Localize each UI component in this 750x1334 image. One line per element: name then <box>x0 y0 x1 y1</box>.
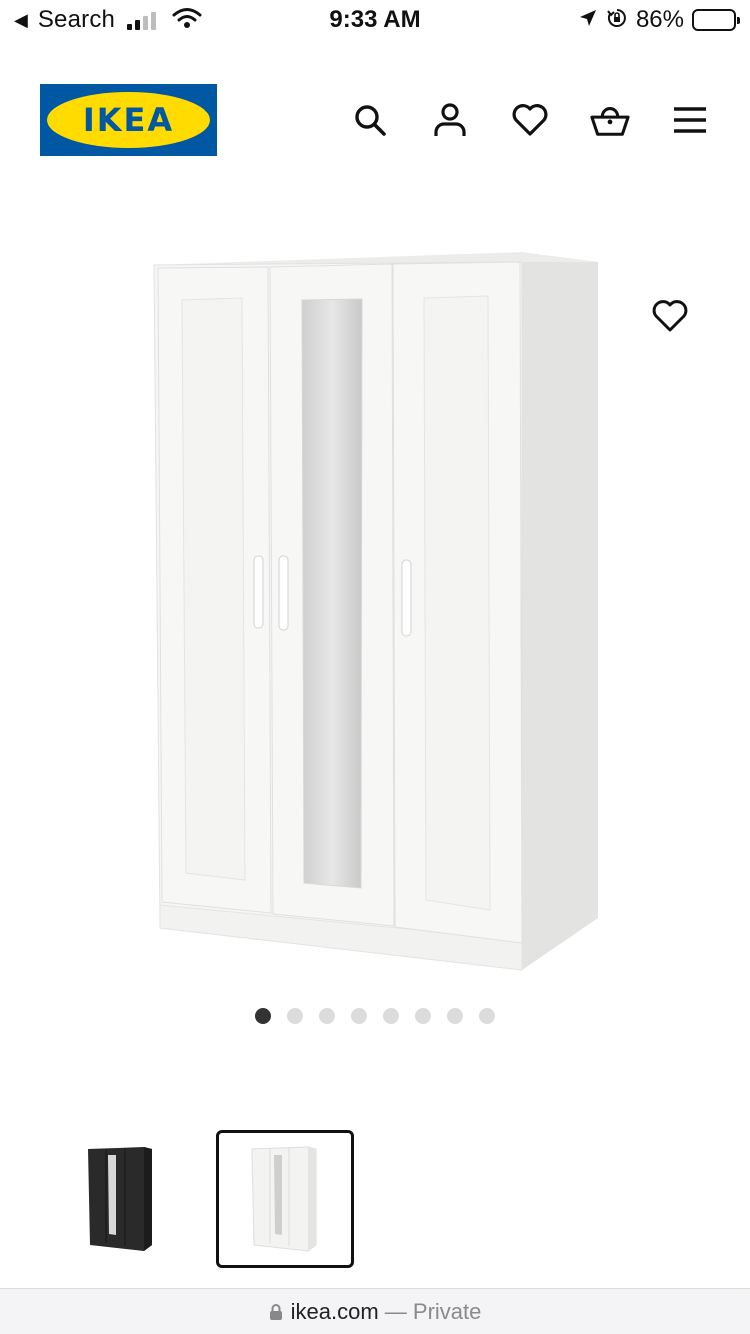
color-variants <box>52 1130 354 1268</box>
orientation-lock-icon <box>606 7 628 34</box>
header-actions <box>350 100 710 140</box>
gallery-dot[interactable] <box>383 1008 399 1024</box>
gallery-dot[interactable] <box>415 1008 431 1024</box>
shopping-basket-icon[interactable] <box>590 100 630 140</box>
gallery-dot[interactable] <box>479 1008 495 1024</box>
site-header: IKEA ® <box>0 82 750 158</box>
url-display[interactable]: ikea.com — Private <box>0 1299 750 1327</box>
product-image <box>153 252 598 971</box>
url-separator: — <box>378 1299 413 1324</box>
search-icon[interactable] <box>350 100 390 140</box>
menu-icon[interactable] <box>670 100 710 140</box>
private-mode-label: Private <box>412 1299 482 1324</box>
lock-icon <box>269 1301 283 1327</box>
gallery-dot[interactable] <box>319 1008 335 1024</box>
black-wardrobe-thumbnail <box>88 1147 152 1251</box>
white-wardrobe-variant[interactable] <box>216 1130 354 1268</box>
gallery-dot[interactable] <box>351 1008 367 1024</box>
logo-text: IKEA <box>82 101 175 139</box>
wishlist-heart-icon[interactable] <box>510 100 550 140</box>
logo-registered-mark: ® <box>204 104 211 114</box>
battery-icon <box>692 9 740 31</box>
browser-address-bar[interactable]: ikea.com — Private <box>0 1288 750 1334</box>
url-domain: ikea.com <box>290 1299 379 1324</box>
battery-percentage: 86% <box>635 6 684 33</box>
status-bar: ◀ Search 9:33 AM 86% <box>0 0 750 42</box>
product-gallery[interactable] <box>0 200 750 1000</box>
black-wardrobe-variant[interactable] <box>52 1130 190 1268</box>
white-wardrobe-thumbnail <box>251 1146 317 1252</box>
ikea-logo[interactable]: IKEA ® <box>40 84 217 156</box>
heart-outline-icon[interactable] <box>648 294 692 338</box>
gallery-dot[interactable] <box>447 1008 463 1024</box>
gallery-dot[interactable] <box>287 1008 303 1024</box>
status-right: 86% <box>578 6 740 34</box>
location-icon <box>578 8 598 33</box>
gallery-pagination[interactable] <box>0 1008 750 1024</box>
account-icon[interactable] <box>430 100 470 140</box>
gallery-dot[interactable] <box>255 1008 271 1024</box>
